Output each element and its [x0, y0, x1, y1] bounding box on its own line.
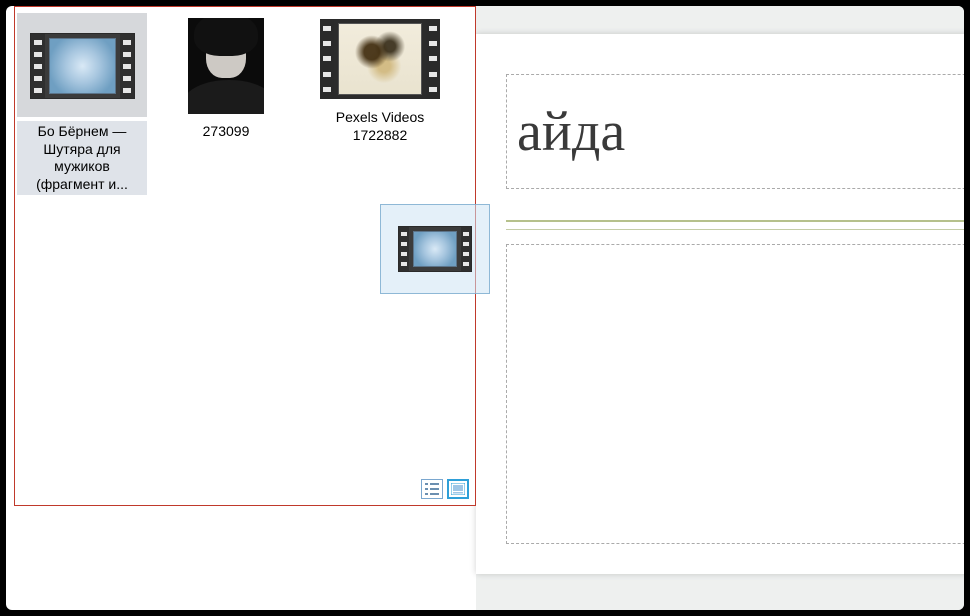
file-thumbnail-wrap — [161, 13, 291, 117]
video-file-icon — [398, 226, 472, 272]
slide-title-text: айда — [517, 100, 625, 164]
file-thumbnail-wrap — [17, 13, 147, 117]
thumbnail-view-button[interactable] — [447, 479, 469, 499]
file-label: 273099 — [200, 121, 253, 143]
file-item-video[interactable]: Pexels Videos 1722882 — [305, 13, 455, 146]
file-thumbnail-wrap — [305, 13, 455, 103]
view-mode-switch — [421, 479, 469, 499]
drag-preview — [380, 204, 490, 294]
file-label: Бо Бёрнем — Шутяра для мужиков (фрагмент… — [17, 121, 147, 195]
image-thumbnail — [188, 18, 264, 114]
slide-divider — [506, 229, 964, 230]
app-frame: айда Бо Бёрнем — Шутяра для мужиков (фра… — [6, 6, 964, 610]
slide-title-placeholder[interactable]: айда — [506, 74, 964, 189]
thumbnail-view-icon — [451, 483, 465, 495]
file-item-image[interactable]: 273099 — [161, 13, 291, 143]
list-view-icon — [425, 483, 439, 495]
file-list: Бо Бёрнем — Шутяра для мужиков (фрагмент… — [15, 13, 475, 195]
file-item-video[interactable]: Бо Бёрнем — Шутяра для мужиков (фрагмент… — [17, 13, 147, 195]
list-view-button[interactable] — [421, 479, 443, 499]
video-file-icon — [30, 33, 135, 99]
slide-canvas-area: айда — [476, 6, 964, 610]
slide[interactable]: айда — [476, 34, 964, 574]
video-thumbnail — [320, 19, 440, 99]
slide-body-placeholder[interactable] — [506, 244, 964, 544]
slide-divider — [506, 220, 964, 222]
file-label: Pexels Videos 1722882 — [305, 107, 455, 146]
